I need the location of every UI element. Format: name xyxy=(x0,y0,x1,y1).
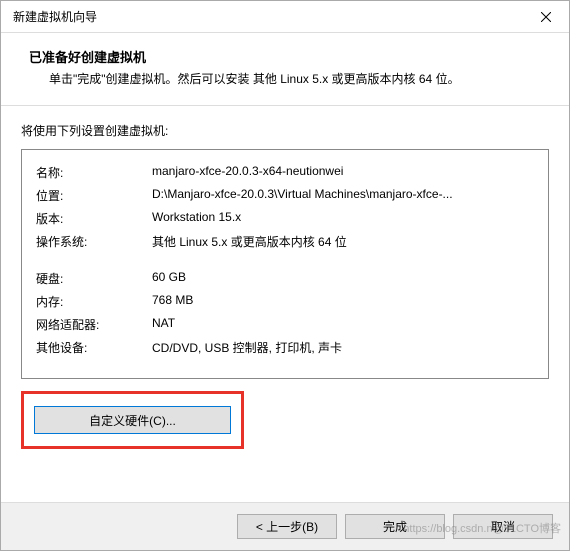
close-button[interactable] xyxy=(523,1,569,33)
setting-label: 其他设备: xyxy=(36,339,152,356)
setting-label: 网络适配器: xyxy=(36,316,152,333)
finish-button[interactable]: 完成 xyxy=(345,514,445,539)
header-title: 已准备好创建虚拟机 xyxy=(29,47,541,66)
setting-row: 内存:768 MB xyxy=(36,293,534,310)
setting-row: 硬盘:60 GB xyxy=(36,270,534,287)
setting-label: 操作系统: xyxy=(36,233,152,250)
setting-value: D:\Manjaro-xfce-20.0.3\Virtual Machines\… xyxy=(152,187,453,204)
setting-value: NAT xyxy=(152,316,175,333)
customize-hardware-button[interactable]: 自定义硬件(C)... xyxy=(34,406,231,434)
settings-intro: 将使用下列设置创建虚拟机: xyxy=(21,122,549,139)
setting-value: 其他 Linux 5.x 或更高版本内核 64 位 xyxy=(152,233,347,250)
settings-summary-box: 名称:manjaro-xfce-20.0.3-x64-neutionwei 位置… xyxy=(21,149,549,379)
cancel-button[interactable]: 取消 xyxy=(453,514,553,539)
wizard-content: 将使用下列设置创建虚拟机: 名称:manjaro-xfce-20.0.3-x64… xyxy=(1,106,569,459)
setting-row: 名称:manjaro-xfce-20.0.3-x64-neutionwei xyxy=(36,164,534,181)
setting-row: 版本:Workstation 15.x xyxy=(36,210,534,227)
back-button[interactable]: < 上一步(B) xyxy=(237,514,337,539)
setting-value: 768 MB xyxy=(152,293,193,310)
highlight-annotation: 自定义硬件(C)... xyxy=(21,391,244,449)
setting-value: manjaro-xfce-20.0.3-x64-neutionwei xyxy=(152,164,343,181)
setting-row: 位置:D:\Manjaro-xfce-20.0.3\Virtual Machin… xyxy=(36,187,534,204)
setting-value: Workstation 15.x xyxy=(152,210,241,227)
setting-label: 版本: xyxy=(36,210,152,227)
setting-value: CD/DVD, USB 控制器, 打印机, 声卡 xyxy=(152,339,342,356)
setting-row: 网络适配器:NAT xyxy=(36,316,534,333)
window-title: 新建虚拟机向导 xyxy=(13,8,97,25)
header-subtitle: 单击"完成"创建虚拟机。然后可以安装 其他 Linux 5.x 或更高版本内核 … xyxy=(49,70,541,89)
setting-row: 操作系统:其他 Linux 5.x 或更高版本内核 64 位 xyxy=(36,233,534,250)
setting-value: 60 GB xyxy=(152,270,186,287)
titlebar: 新建虚拟机向导 xyxy=(1,1,569,33)
setting-label: 位置: xyxy=(36,187,152,204)
setting-row: 其他设备:CD/DVD, USB 控制器, 打印机, 声卡 xyxy=(36,339,534,356)
setting-label: 硬盘: xyxy=(36,270,152,287)
close-icon xyxy=(541,12,551,22)
wizard-footer: < 上一步(B) 完成 取消 xyxy=(1,502,569,550)
setting-label: 内存: xyxy=(36,293,152,310)
setting-label: 名称: xyxy=(36,164,152,181)
wizard-header: 已准备好创建虚拟机 单击"完成"创建虚拟机。然后可以安装 其他 Linux 5.… xyxy=(1,33,569,106)
